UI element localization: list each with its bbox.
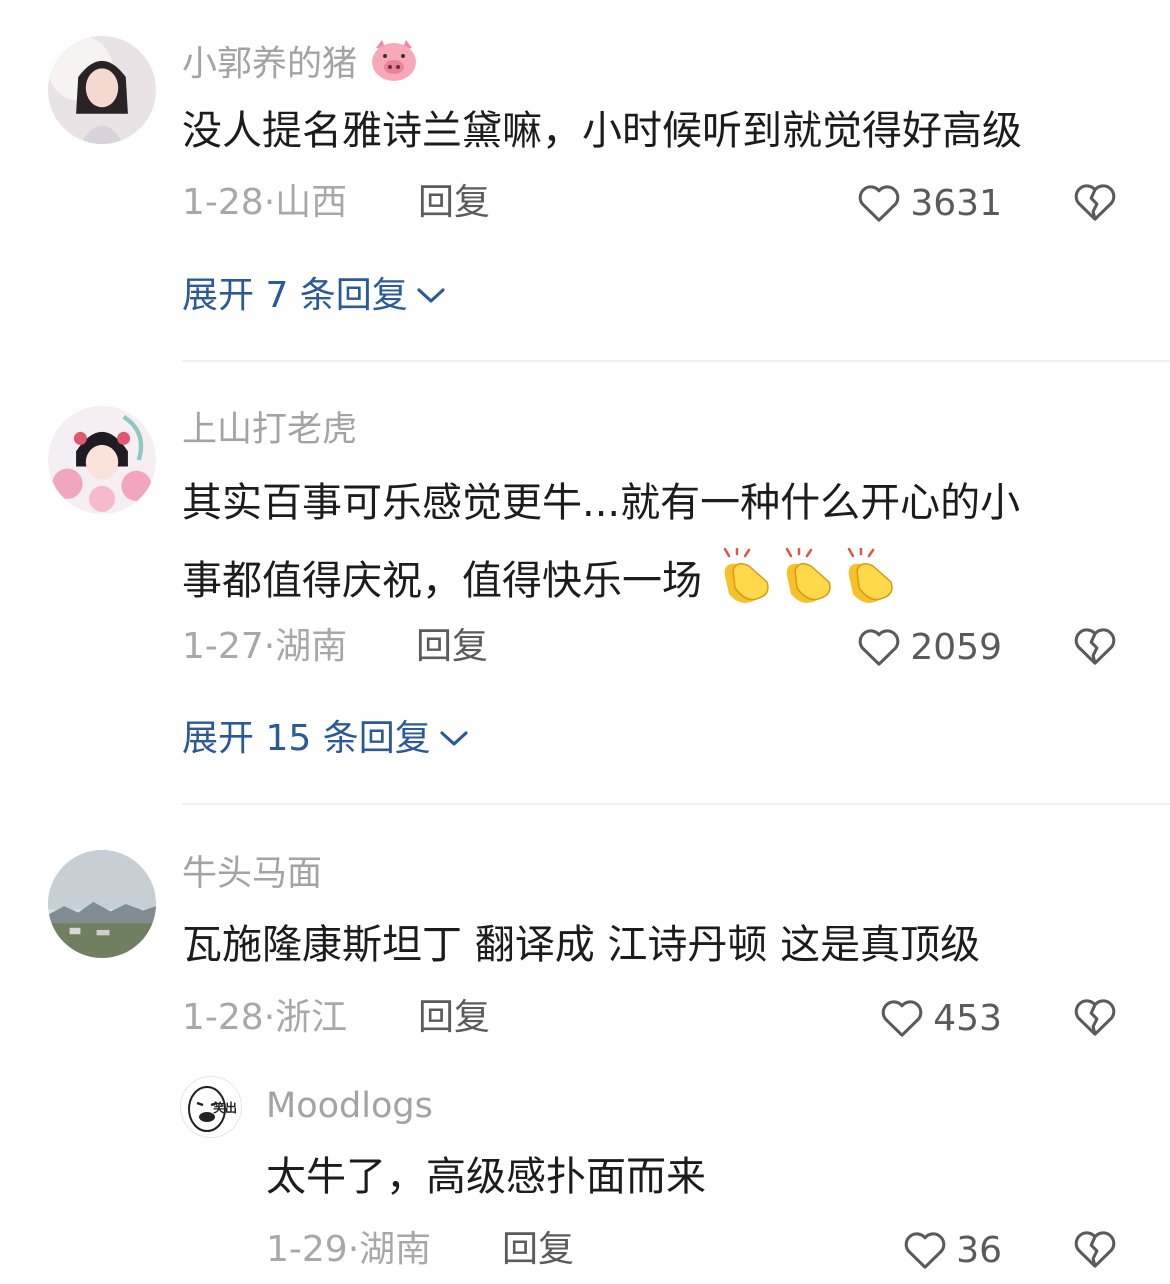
like-button[interactable]: 453	[879, 996, 1002, 1040]
like-button[interactable]: 3631	[856, 181, 1002, 225]
comment-divider	[182, 360, 1170, 362]
reply-button[interactable]: 回复	[418, 181, 490, 225]
reply-button[interactable]: 回复	[502, 1228, 574, 1272]
like-count: 36	[956, 1229, 1002, 1271]
comment-username[interactable]: 小郭养的猪	[182, 38, 420, 93]
like-count: 3631	[910, 182, 1002, 224]
like-count: 453	[933, 997, 1002, 1039]
broken-heart-outline-icon	[1074, 999, 1116, 1036]
dislike-button[interactable]	[1072, 625, 1118, 671]
reply-text: 太牛了，高级感扑面而来	[266, 1154, 706, 1200]
expand-replies-link[interactable]: 展开 7 条回复	[182, 274, 446, 318]
comment-text-line: 其实百事可乐感觉更牛...就有一种什么开心的小	[182, 480, 1021, 526]
avatar[interactable]	[48, 406, 156, 514]
reply-button[interactable]: 回复	[416, 625, 488, 669]
clapping-hands-emoji	[777, 546, 839, 618]
dislike-button[interactable]	[1072, 1228, 1118, 1274]
broken-heart-outline-icon	[1074, 628, 1116, 665]
comment-meta: 1-28·山西	[182, 182, 348, 223]
comment-meta: 1-27·湖南	[182, 626, 348, 667]
comment-text-line: 事都值得庆祝，值得快乐一场	[182, 546, 901, 618]
like-button[interactable]: 2059	[856, 625, 1002, 669]
reply-avatar[interactable]: 笑出	[180, 1076, 242, 1138]
reply-meta: 1-29·湖南	[266, 1229, 432, 1270]
dislike-button[interactable]	[1072, 996, 1118, 1042]
avatar[interactable]	[48, 850, 156, 958]
clapping-hands-emoji	[839, 546, 901, 618]
broken-heart-outline-icon	[1074, 1231, 1116, 1268]
comment-text: 瓦施隆康斯坦丁 翻译成 江诗丹顿 这是真顶级	[182, 922, 981, 968]
pig-face-emoji	[368, 38, 420, 93]
reply-username[interactable]: Moodlogs	[266, 1084, 433, 1128]
comment-username[interactable]: 牛头马面	[182, 852, 322, 896]
chevron-down-icon	[417, 288, 445, 303]
like-button[interactable]: 36	[902, 1228, 1002, 1272]
broken-heart-outline-icon	[1074, 184, 1116, 221]
comment-username[interactable]: 上山打老虎	[182, 408, 357, 452]
clapping-hands-emoji	[715, 546, 777, 618]
comment-text: 没人提名雅诗兰黛嘛，小时候听到就觉得好高级	[182, 108, 1022, 154]
comment-divider	[182, 803, 1170, 805]
reply-avatar-text: 笑出	[212, 1101, 237, 1115]
heart-outline-icon	[904, 1232, 946, 1269]
comment-meta: 1-28·浙江	[182, 997, 348, 1038]
heart-outline-icon	[859, 629, 900, 666]
like-count: 2059	[910, 626, 1002, 668]
avatar[interactable]	[48, 36, 156, 144]
reply-button[interactable]: 回复	[418, 996, 490, 1040]
dislike-button[interactable]	[1072, 181, 1118, 227]
chevron-down-icon	[440, 731, 468, 746]
heart-outline-icon	[859, 185, 900, 222]
heart-outline-icon	[881, 1000, 923, 1037]
expand-replies-link[interactable]: 展开 15 条回复	[182, 717, 469, 761]
